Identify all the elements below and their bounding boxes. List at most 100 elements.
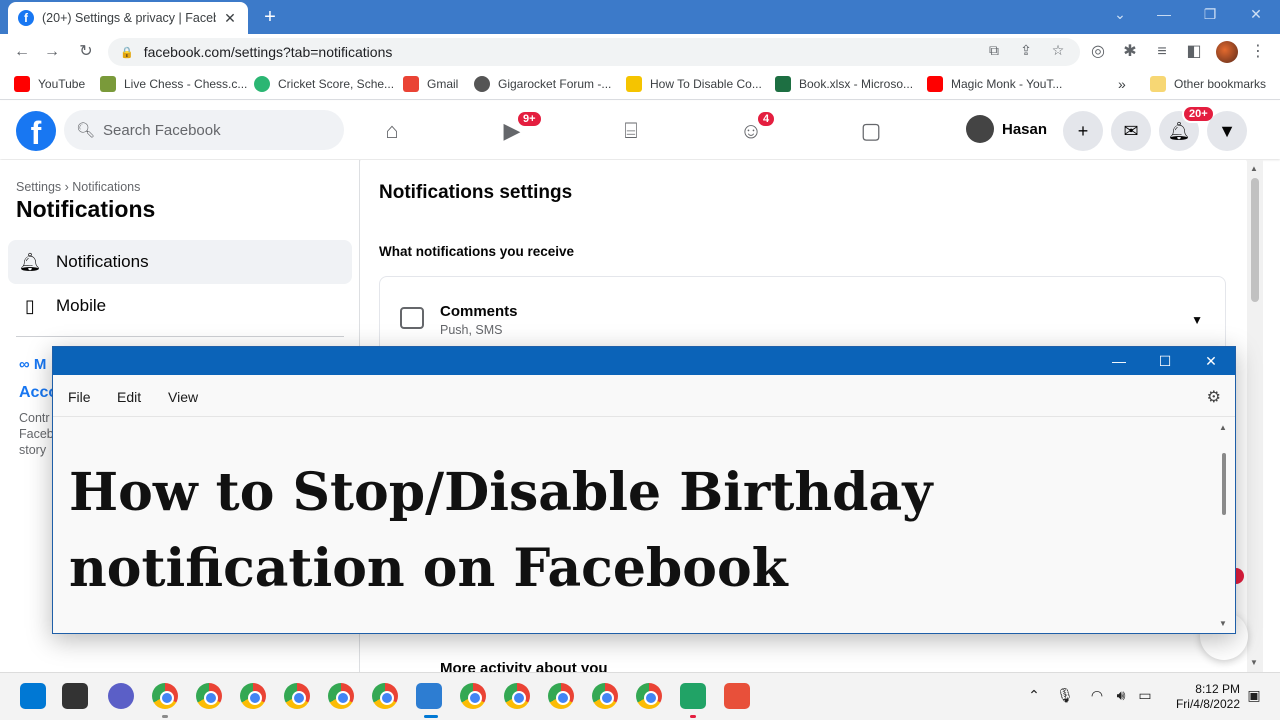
chrome-icon[interactable] [460,683,486,709]
system-clock[interactable]: 8:12 PM Fri/4/8/2022 [1166,682,1240,712]
search-input[interactable] [103,121,324,139]
bookmark-youtube[interactable]: YouTube [14,76,85,92]
facebook-favicon-icon: f [18,10,34,26]
chrome-icon[interactable] [240,683,266,709]
chrome-icon[interactable] [372,683,398,709]
menu-file[interactable]: File [68,389,91,405]
scroll-up-icon[interactable]: ▲ [1250,164,1258,173]
menu-kebab-icon[interactable]: ⋮ [1248,42,1268,62]
maximize-icon[interactable]: ☐ [1153,351,1177,371]
user-profile-link[interactable]: Hasan [966,115,1047,143]
reload-icon[interactable]: ↻ [76,42,96,62]
doc-icon [626,76,642,92]
bookmark-gmail[interactable]: Gmail [403,76,458,92]
page-title: Notifications [16,196,156,222]
other-bookmarks[interactable]: Other bookmarks [1150,76,1266,92]
notepad-scrollbar[interactable]: ▲ ▼ [1219,423,1229,629]
bookmark-magic-monk[interactable]: Magic Monk - YouT... [927,76,1062,92]
breadcrumb[interactable]: Settings › Notifications [16,180,140,194]
back-icon[interactable]: ← [12,42,32,62]
sidebar-item-label: Notifications [56,252,149,271]
messenger-icon[interactable]: ✉ [1111,111,1151,151]
scroll-up-icon[interactable]: ▲ [1219,423,1227,432]
side-panel-icon[interactable]: ◧ [1184,42,1204,62]
file-explorer-icon[interactable] [62,683,88,709]
chrome-icon[interactable] [548,683,574,709]
setting-title: Comments [440,303,518,320]
profile-avatar[interactable] [1216,41,1238,63]
chrome-icon[interactable] [328,683,354,709]
chevron-down-icon[interactable]: ▼ [1191,313,1203,327]
notepad-text-content[interactable]: How to Stop/Disable Birthday notificatio… [69,455,1219,607]
gear-icon[interactable]: ⚙ [1207,387,1221,407]
browser-tab-active[interactable]: f (20+) Settings & privacy | Facebook ✕ [8,2,248,34]
minimize-icon[interactable]: — [1107,351,1131,371]
microphone-icon[interactable]: 🎙︎ [1055,687,1075,704]
close-icon[interactable]: ✕ [1199,351,1223,371]
clock-time: 8:12 PM [1195,682,1240,696]
forward-icon[interactable]: → [42,42,62,62]
restore-icon[interactable]: ❐ [1198,6,1222,23]
media-control-icon[interactable]: ≡ [1152,42,1172,62]
notepad-titlebar[interactable]: — ☐ ✕ [53,347,1235,375]
page-scrollbar[interactable]: ▲ ▼ [1247,160,1263,672]
chrome-icon[interactable] [504,683,530,709]
chrome-icon[interactable] [196,683,222,709]
extensions-puzzle-icon[interactable]: ✱ [1120,42,1140,62]
lock-icon: 🔒 [120,46,134,59]
notepad-window: — ☐ ✕ File Edit View ⚙ How to Stop/Disab… [52,346,1236,634]
teams-chat-icon[interactable] [108,683,134,709]
bookmark-chess[interactable]: Live Chess - Chess.c... [100,76,247,92]
scroll-down-icon[interactable]: ▼ [1219,619,1227,628]
comments-setting-row[interactable]: Comments Push, SMS ▼ [379,276,1226,356]
chrome-icon[interactable] [592,683,618,709]
bookmark-cricket[interactable]: Cricket Score, Sche... [254,76,394,92]
close-window-icon[interactable]: ✕ [1244,6,1268,23]
address-bar[interactable]: 🔒 facebook.com/settings?tab=notification… [108,38,1080,66]
home-icon[interactable]: ⌂ [378,117,406,145]
share-icon[interactable]: ⇪ [1016,42,1036,59]
running-indicator [690,715,696,718]
wifi-icon[interactable]: ◠ [1087,687,1107,704]
bell-icon: 🔔︎ [18,251,42,272]
volume-icon[interactable]: 🔊︎ [1111,687,1131,704]
youtube-icon [927,76,943,92]
chrome-icon[interactable] [284,683,310,709]
tab-search-icon[interactable]: ⌄ [1108,6,1132,23]
menu-view[interactable]: View [168,389,198,405]
scrollbar-thumb[interactable] [1251,178,1259,302]
bookmark-star-icon[interactable]: ☆ [1048,42,1068,59]
recorder-icon[interactable] [724,683,750,709]
scroll-down-icon[interactable]: ▼ [1250,658,1258,667]
facebook-search[interactable]: 🔍︎ [64,110,344,150]
bookmark-excel[interactable]: Book.xlsx - Microso... [775,76,913,92]
notification-center-icon[interactable]: ▣ [1244,687,1264,704]
chrome-icon[interactable] [152,683,178,709]
extension-circle-icon[interactable]: ◎ [1088,42,1108,62]
sidebar-item-mobile[interactable]: ▯ Mobile [8,284,352,328]
menu-edit[interactable]: Edit [117,389,141,405]
bookmark-gigarocket[interactable]: Gigarocket Forum -... [474,76,611,92]
section-title: Notifications settings [379,182,573,203]
bookmarks-overflow-button[interactable]: » [1118,76,1126,92]
tray-chevron-up-icon[interactable]: ⌃ [1024,687,1044,704]
notepad-app-icon[interactable] [416,683,442,709]
minimize-icon[interactable]: — [1152,6,1176,22]
tab-close-icon[interactable]: ✕ [222,10,238,27]
sidebar-item-notifications[interactable]: 🔔︎ Notifications [8,240,352,284]
battery-icon[interactable]: ▭ [1135,687,1155,704]
windows-start-icon[interactable] [20,683,46,709]
bookmark-how-to-disable[interactable]: How To Disable Co... [626,76,762,92]
url-text[interactable]: facebook.com/settings?tab=notifications [144,44,393,60]
account-chevron-down-icon[interactable]: ▼ [1207,111,1247,151]
create-plus-icon[interactable]: + [1063,111,1103,151]
new-tab-button[interactable]: + [258,6,282,29]
open-in-app-icon[interactable]: ⧉ [984,42,1004,59]
camtasia-icon[interactable] [680,683,706,709]
chrome-icon[interactable] [636,683,662,709]
gaming-icon[interactable]: ▢ [857,117,885,145]
marketplace-icon[interactable]: ⌸ [617,117,645,145]
running-indicator [162,715,168,718]
facebook-logo-icon[interactable]: f [16,111,56,151]
scrollbar-thumb[interactable] [1222,453,1226,515]
